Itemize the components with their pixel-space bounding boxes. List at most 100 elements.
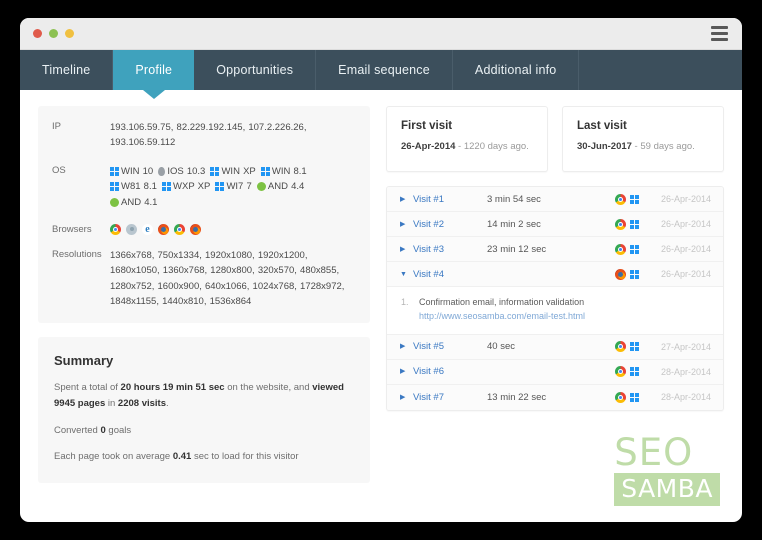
visit-row[interactable]: ▶ Visit #2 14 min 2 sec 26-Apr-2014 bbox=[387, 212, 723, 237]
chrome-icon bbox=[614, 243, 626, 255]
visit-date: 26-Apr-2014 bbox=[660, 269, 711, 279]
summary-visits-count: 2208 visits bbox=[117, 398, 166, 410]
summary-text: on the website, and bbox=[224, 382, 313, 394]
first-visit-date: 26-Apr-2014 bbox=[401, 141, 456, 152]
info-row-resolutions: Resolutions 1366x768, 750x1334, 1920x108… bbox=[52, 248, 356, 310]
visitor-info-card: IP 193.106.59.75, 82.229.192.145, 107.2.… bbox=[38, 106, 370, 324]
tab-additional-info[interactable]: Additional info bbox=[453, 50, 580, 90]
window-maximize-button[interactable] bbox=[65, 29, 74, 38]
summary-text: Converted bbox=[54, 424, 101, 436]
visit-icons bbox=[614, 341, 661, 353]
chevron-right-icon[interactable]: ▶ bbox=[400, 368, 413, 375]
tab-timeline[interactable]: Timeline bbox=[20, 50, 114, 90]
summary-text: goals bbox=[105, 424, 132, 436]
chevron-right-icon[interactable]: ▶ bbox=[400, 246, 413, 253]
visit-name[interactable]: Visit #6 bbox=[413, 366, 477, 377]
summary-title: Summary bbox=[54, 353, 114, 369]
visit-row[interactable]: ▶ Visit #6 28-Apr-2014 bbox=[387, 359, 723, 385]
logo-seo-text: SEO bbox=[614, 431, 694, 474]
visit-duration: 13 min 22 sec bbox=[487, 391, 547, 403]
chevron-right-icon[interactable]: ▶ bbox=[400, 343, 413, 350]
windows-icon bbox=[629, 342, 639, 352]
windows-icon bbox=[210, 166, 220, 176]
hamburger-bar bbox=[711, 32, 728, 35]
first-visit-card: First visit 26-Apr-2014 - 1220 days ago. bbox=[386, 106, 548, 172]
last-visit-info: 30-Jun-2017 - 59 days ago. bbox=[577, 141, 709, 152]
os-label: WIN 8.1 bbox=[271, 165, 307, 177]
visit-row[interactable]: ▶ Visit #7 13 min 22 sec 28-Apr-2014 bbox=[387, 384, 723, 410]
firefox-icon bbox=[190, 223, 201, 235]
visit-name[interactable]: Visit #2 bbox=[413, 219, 477, 230]
visit-row[interactable]: ▶ Visit #3 23 min 12 sec 26-Apr-2014 bbox=[387, 237, 723, 262]
chevron-right-icon[interactable]: ▶ bbox=[400, 196, 413, 203]
visit-row[interactable]: ▼ Visit #4 26-Apr-2014 bbox=[387, 262, 723, 287]
window-close-button[interactable] bbox=[33, 29, 42, 38]
visit-name[interactable]: Visit #5 bbox=[413, 341, 477, 352]
visit-name[interactable]: Visit #1 bbox=[413, 194, 477, 205]
chrome-icon bbox=[614, 193, 626, 205]
chevron-right-icon[interactable]: ▶ bbox=[400, 221, 413, 228]
summary-text: sec to load for this visitor bbox=[191, 451, 299, 463]
tab-label: Additional info bbox=[474, 63, 557, 77]
info-row-ip: IP 193.106.59.75, 82.229.192.145, 107.2.… bbox=[52, 120, 356, 151]
os-label: WXP XP bbox=[173, 181, 211, 193]
visit-row[interactable]: ▶ Visit #1 3 min 54 sec 26-Apr-2014 bbox=[387, 187, 723, 212]
summary-card: Summary Spent a total of 20 hours 19 min… bbox=[38, 337, 370, 484]
hamburger-icon[interactable] bbox=[711, 26, 728, 41]
last-visit-card: Last visit 30-Jun-2017 - 59 days ago. bbox=[562, 106, 724, 172]
chevron-down-icon[interactable]: ▼ bbox=[400, 271, 413, 278]
firefox-icon bbox=[158, 223, 169, 235]
safari-icon bbox=[126, 223, 137, 235]
visit-detail-link[interactable]: http://www.seosamba.com/email-test.html bbox=[419, 310, 585, 324]
visit-summary-cards: First visit 26-Apr-2014 - 1220 days ago.… bbox=[386, 106, 724, 172]
tab-email-sequence[interactable]: Email sequence bbox=[316, 50, 453, 90]
firefox-icon bbox=[614, 268, 626, 280]
visit-name[interactable]: Visit #3 bbox=[413, 244, 477, 255]
main-content: IP 193.106.59.75, 82.229.192.145, 107.2.… bbox=[20, 90, 742, 522]
chrome-icon bbox=[614, 341, 626, 353]
windows-icon bbox=[629, 367, 639, 377]
chrome-icon bbox=[614, 366, 626, 378]
windows-icon bbox=[162, 182, 172, 192]
window-minimize-button[interactable] bbox=[49, 29, 58, 38]
edge-icon: e bbox=[142, 223, 153, 235]
last-visit-title: Last visit bbox=[577, 120, 627, 132]
info-label-browsers: Browsers bbox=[52, 223, 92, 235]
browser-icon-list: e bbox=[110, 223, 356, 235]
summary-total-time: 20 hours 19 min 51 sec bbox=[120, 382, 225, 394]
chevron-right-icon[interactable]: ▶ bbox=[400, 394, 413, 401]
windows-icon bbox=[629, 194, 639, 204]
visit-icons bbox=[614, 218, 661, 230]
tab-profile[interactable]: Profile bbox=[113, 50, 195, 90]
hamburger-bar bbox=[711, 26, 728, 29]
android-icon bbox=[110, 197, 119, 207]
os-entry: WI7 7 bbox=[215, 181, 252, 193]
summary-text: in bbox=[105, 398, 118, 410]
tab-opportunities[interactable]: Opportunities bbox=[194, 50, 317, 90]
os-label: WI7 7 bbox=[226, 181, 252, 193]
left-column: IP 193.106.59.75, 82.229.192.145, 107.2.… bbox=[38, 106, 370, 522]
tab-bar: Timeline Profile Opportunities Email sequen… bbox=[20, 50, 742, 90]
tab-label: Timeline bbox=[42, 63, 91, 77]
visit-name[interactable]: Visit #4 bbox=[413, 269, 477, 280]
tab-label: Opportunities bbox=[216, 63, 294, 77]
info-label-resolutions: Resolutions bbox=[52, 248, 102, 260]
summary-line-time: Spent a total of 20 hours 19 min 51 sec … bbox=[54, 380, 354, 411]
visit-name[interactable]: Visit #7 bbox=[413, 392, 477, 403]
visit-date: 28-Apr-2014 bbox=[660, 366, 711, 377]
visit-duration: 23 min 12 sec bbox=[487, 243, 547, 255]
os-label: WIN XP bbox=[221, 165, 256, 177]
info-label-ip: IP bbox=[52, 121, 61, 132]
windows-icon bbox=[629, 392, 639, 402]
info-value-os: WIN 10 IOS 10.3 WIN XP WIN 8.1 W81 8.1 W… bbox=[110, 164, 356, 210]
visit-date: 27-Apr-2014 bbox=[660, 341, 711, 352]
visit-date: 26-Apr-2014 bbox=[660, 219, 711, 229]
visit-detail-title: Confirmation email, information validati… bbox=[419, 297, 585, 307]
info-row-browsers: Browsers e bbox=[52, 223, 356, 235]
info-value-resolutions: 1366x768, 750x1334, 1920x1080, 1920x1200… bbox=[110, 249, 345, 307]
visit-icons bbox=[614, 391, 661, 403]
visit-row[interactable]: ▶ Visit #5 40 sec 27-Apr-2014 bbox=[387, 334, 723, 360]
window-controls bbox=[33, 29, 74, 38]
os-entry: WIN 8.1 bbox=[260, 165, 307, 177]
windows-icon bbox=[110, 166, 119, 176]
